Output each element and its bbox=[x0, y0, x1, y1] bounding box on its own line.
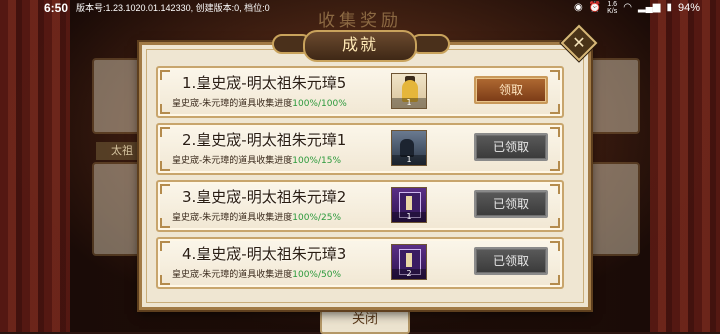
achievement-row-4: 4.皇史宬-明太祖朱元璋3 皇史宬-朱元璋的道具收集进度100%/50% 2 已… bbox=[156, 237, 564, 289]
row-corner-ornament bbox=[550, 104, 560, 114]
achievement-row-2: 2.皇史宬-明太祖朱元璋1 皇史宬-朱元璋的道具收集进度100%/15% 1 已… bbox=[156, 123, 564, 175]
achievement-row-3: 3.皇史宬-明太祖朱元璋2 皇史宬-朱元璋的道具收集进度100%/25% 1 已… bbox=[156, 180, 564, 232]
battery-icon: ▮ bbox=[666, 2, 672, 13]
row-corner-ornament bbox=[160, 184, 170, 194]
row-corner-ornament bbox=[550, 241, 560, 251]
reward-item-scroll[interactable]: 1 bbox=[391, 187, 427, 223]
background-close-button[interactable]: 关闭 bbox=[320, 306, 410, 334]
eye-icon: ◉ bbox=[573, 2, 583, 13]
progress-value: 100%/15% bbox=[292, 156, 342, 166]
claimed-button[interactable]: 已领取 bbox=[474, 247, 548, 275]
row-corner-ornament bbox=[160, 104, 170, 114]
wifi-icon: ◠ bbox=[623, 2, 632, 13]
row-corner-ornament bbox=[160, 127, 170, 137]
battery-level: 94% bbox=[677, 2, 700, 14]
reward-item-photo[interactable]: 1 bbox=[391, 130, 427, 166]
row-corner-ornament bbox=[550, 275, 560, 285]
achievement-row-1: 1.皇史宬-明太祖朱元璋5 皇史宬-朱元璋的道具收集进度100%/100% 1 … bbox=[156, 66, 564, 118]
close-icon: ✕ bbox=[572, 33, 586, 52]
progress-value: 100%/50% bbox=[292, 270, 342, 280]
progress-label: 皇史宬-朱元璋的道具收集进度 bbox=[172, 213, 293, 223]
row-corner-ornament bbox=[160, 218, 170, 228]
item-count: 2 bbox=[392, 269, 426, 279]
progress-label: 皇史宬-朱元璋的道具收集进度 bbox=[172, 270, 293, 280]
claimed-button[interactable]: 已领取 bbox=[474, 190, 548, 218]
signal-icon: ▂▄▆ bbox=[637, 2, 661, 13]
clock: 6:50 bbox=[44, 1, 69, 15]
version-info: 版本号:1.23.1020.01.142330, 创建版本:0, 档位:0 bbox=[76, 3, 270, 13]
achievement-title: 4.皇史宬-明太祖朱元璋3 bbox=[182, 245, 347, 263]
left-curtain bbox=[0, 0, 70, 332]
achievement-description: 皇史宬-朱元璋的道具收集进度100%/15% bbox=[172, 153, 341, 166]
achievement-title: 3.皇史宬-明太祖朱元璋2 bbox=[182, 188, 347, 206]
progress-value: 100%/100% bbox=[292, 99, 347, 109]
achievement-description: 皇史宬-朱元璋的道具收集进度100%/100% bbox=[172, 96, 347, 109]
item-count: 1 bbox=[392, 155, 426, 165]
achievement-title: 2.皇史宬-明太祖朱元璋1 bbox=[182, 131, 347, 149]
achievement-description: 皇史宬-朱元璋的道具收集进度100%/50% bbox=[172, 267, 341, 280]
status-bar: 6:50 版本号:1.23.1020.01.142330, 创建版本:0, 档位… bbox=[0, 0, 720, 16]
item-count: 1 bbox=[392, 212, 426, 222]
row-corner-ornament bbox=[550, 70, 560, 80]
network-speed-value: 1.6 bbox=[607, 1, 618, 8]
achievement-description: 皇史宬-朱元璋的道具收集进度100%/25% bbox=[172, 210, 341, 223]
status-icons: ◉ ⏰ 1.6 K/s ◠ ▂▄▆ ▮ 94% bbox=[574, 1, 700, 15]
row-corner-ornament bbox=[550, 161, 560, 171]
reward-item-emperor-portrait[interactable]: 1 bbox=[391, 73, 427, 109]
row-corner-ornament bbox=[550, 127, 560, 137]
right-curtain bbox=[650, 0, 720, 332]
row-corner-ornament bbox=[160, 161, 170, 171]
item-count: 1 bbox=[392, 98, 426, 108]
progress-label: 皇史宬-朱元璋的道具收集进度 bbox=[172, 156, 293, 166]
alarm-icon: ⏰ bbox=[588, 2, 602, 13]
dialog-title: 成就 bbox=[303, 30, 417, 62]
network-speed-unit: K/s bbox=[607, 8, 618, 15]
row-corner-ornament bbox=[160, 241, 170, 251]
row-corner-ornament bbox=[550, 218, 560, 228]
row-corner-ornament bbox=[550, 184, 560, 194]
row-corner-ornament bbox=[160, 275, 170, 285]
network-speed: 1.6 K/s bbox=[607, 1, 617, 15]
row-corner-ornament bbox=[160, 70, 170, 80]
reward-item-scroll[interactable]: 2 bbox=[391, 244, 427, 280]
claim-button[interactable]: 领取 bbox=[474, 76, 548, 104]
achievement-title: 1.皇史宬-明太祖朱元璋5 bbox=[182, 74, 347, 92]
progress-label: 皇史宬-朱元璋的道具收集进度 bbox=[172, 99, 293, 109]
claimed-button[interactable]: 已领取 bbox=[474, 133, 548, 161]
progress-value: 100%/25% bbox=[292, 213, 342, 223]
